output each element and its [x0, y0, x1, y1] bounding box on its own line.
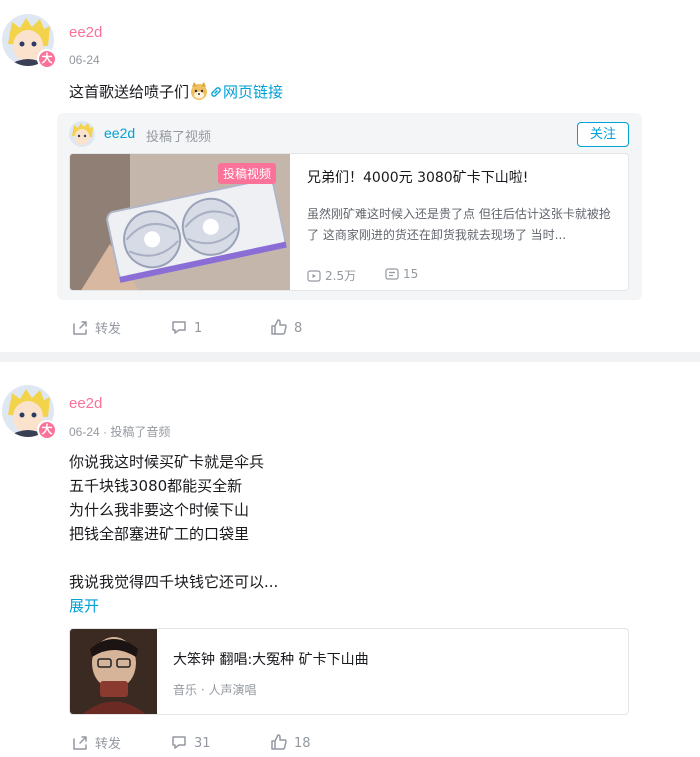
forwarded-post-card[interactable]: ee2d 投稿了视频 关注 投稿视频 兄弟们！4000元 3080矿卡下山啦! … [57, 113, 642, 300]
web-link[interactable]: 网页链接 [209, 83, 283, 101]
forward-avatar-image [69, 121, 95, 147]
video-title[interactable]: 兄弟们！4000元 3080矿卡下山啦! [307, 167, 528, 187]
expand-link[interactable]: 展开 [69, 594, 278, 618]
comment-icon [172, 736, 186, 749]
forward-action-text: 投稿了视频 [146, 130, 212, 145]
comment-button[interactable]: 31 [170, 733, 211, 751]
post-line: 我说我觉得四千块钱它还可以... [69, 573, 279, 591]
danmaku-icon [385, 268, 399, 280]
verified-badge: 大 [37, 420, 57, 440]
post-line: 把钱全部塞进矿工的口袋里 [69, 525, 250, 543]
repost-button[interactable]: 转发 [71, 318, 121, 337]
forward-avatar[interactable] [69, 121, 95, 147]
like-count: 8 [294, 321, 303, 336]
video-description: 虽然刚矿难这时候入还是贵了点 但往后估计这张卡就被抢了 这商家刚进的货还在卸货我… [307, 207, 611, 242]
audio-category: 音乐 · 人声演唱 [173, 683, 257, 697]
audio-cover[interactable] [70, 629, 157, 714]
play-count-icon [307, 270, 321, 282]
comment-count: 1 [194, 321, 203, 336]
repost-label: 转发 [95, 322, 122, 337]
post-line: 五千块钱3080都能买全新 [69, 477, 243, 495]
comment-icon [172, 321, 186, 334]
share-icon [73, 736, 87, 750]
thumbs-up-icon [271, 319, 287, 335]
share-icon [73, 321, 87, 335]
post-line-blank [69, 546, 278, 570]
post-line: 为什么我非要这个时候下山 [69, 501, 250, 519]
thumbs-up-icon [271, 734, 287, 750]
video-type-tag: 投稿视频 [218, 163, 277, 184]
play-count-value: 2.5万 [325, 269, 357, 283]
post-text: 这首歌送给喷子们 网页链接 [69, 80, 283, 104]
post-text-content: 这首歌送给喷子们 [69, 83, 190, 101]
video-cover[interactable]: 投稿视频 [70, 154, 290, 290]
doge-emoji-icon [191, 82, 208, 100]
video-play-count: 2.5万 [307, 267, 356, 284]
audio-title[interactable]: 大笨钟 翻唱:大冤种 矿卡下山曲 [173, 649, 369, 669]
video-card[interactable]: 投稿视频 兄弟们！4000元 3080矿卡下山啦! 虽然刚矿难这时候入还是贵了点… [69, 153, 629, 291]
audio-card[interactable]: 大笨钟 翻唱:大冤种 矿卡下山曲 音乐 · 人声演唱 [69, 628, 629, 715]
forward-username[interactable]: ee2d [104, 125, 135, 141]
link-icon [211, 87, 221, 97]
post-username[interactable]: ee2d [69, 395, 102, 412]
like-button[interactable]: 18 [270, 733, 311, 751]
user-avatar[interactable]: 大 [2, 14, 57, 69]
like-button[interactable]: 8 [270, 318, 302, 336]
comment-button[interactable]: 1 [170, 318, 202, 336]
post-divider [0, 352, 700, 362]
web-link-label[interactable]: 网页链接 [223, 83, 283, 101]
audio-cover-image [70, 629, 157, 714]
like-count: 18 [294, 736, 311, 751]
post-meta: 06-24 · 投稿了音频 [69, 425, 171, 439]
post-text-lines: 你说我这时候买矿卡就是伞兵 五千块钱3080都能买全新 为什么我非要这个时候下山… [69, 450, 278, 618]
danmaku-count-value: 15 [403, 267, 419, 281]
comment-count: 31 [194, 736, 211, 751]
verified-badge: 大 [37, 49, 57, 69]
video-danmaku-count: 15 [385, 267, 418, 281]
repost-button[interactable]: 转发 [71, 733, 121, 752]
post-line: 你说我这时候买矿卡就是伞兵 [69, 453, 265, 471]
post-username[interactable]: ee2d [69, 24, 102, 41]
user-avatar[interactable]: 大 [2, 385, 57, 440]
post-date: 06-24 [69, 53, 100, 67]
repost-label: 转发 [95, 737, 122, 752]
follow-button[interactable]: 关注 [577, 122, 629, 147]
